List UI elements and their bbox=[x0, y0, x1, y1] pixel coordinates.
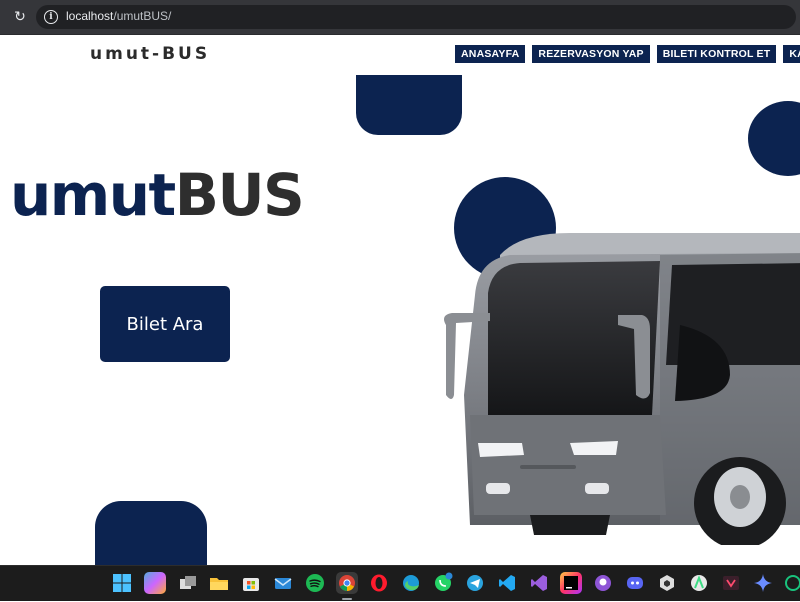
url-text[interactable]: localhost/umutBUS/ bbox=[66, 9, 171, 23]
android-studio-icon[interactable] bbox=[688, 572, 710, 594]
unity-icon[interactable] bbox=[656, 572, 678, 594]
main-nav: ANASAYFA REZERVASYON YAP BILETI KONTROL … bbox=[455, 45, 800, 63]
decorative-shape-top bbox=[356, 75, 462, 135]
opera-icon[interactable] bbox=[368, 572, 390, 594]
chatgpt-icon[interactable] bbox=[782, 572, 800, 594]
microsoft-store-icon[interactable] bbox=[240, 572, 262, 594]
telegram-icon[interactable] bbox=[464, 572, 486, 594]
gemini-icon[interactable] bbox=[752, 572, 774, 594]
nav-kayit-ol[interactable]: KAYIT OL bbox=[783, 45, 800, 63]
jetbrains-icon[interactable] bbox=[560, 572, 582, 594]
discord-icon[interactable] bbox=[624, 572, 646, 594]
site-info-icon[interactable]: i bbox=[44, 10, 58, 24]
hero-title: umutBUS bbox=[10, 166, 305, 224]
reload-icon[interactable]: ↻ bbox=[11, 8, 29, 26]
windows-taskbar bbox=[0, 565, 800, 601]
address-bar[interactable]: i localhost/umutBUS/ bbox=[36, 5, 796, 29]
copilot-icon[interactable] bbox=[144, 572, 166, 594]
vscode-icon[interactable] bbox=[496, 572, 518, 594]
chrome-icon[interactable] bbox=[336, 572, 358, 594]
bus-illustration bbox=[444, 233, 800, 545]
hero-title-part2: BUS bbox=[174, 161, 305, 229]
file-explorer-icon[interactable] bbox=[208, 572, 230, 594]
site-logo[interactable]: umut-BUS bbox=[90, 44, 210, 64]
nav-anasayfa[interactable]: ANASAYFA bbox=[455, 45, 526, 63]
mail-icon[interactable] bbox=[272, 572, 294, 594]
url-path: /umutBUS/ bbox=[113, 9, 172, 23]
visual-studio-icon[interactable] bbox=[528, 572, 550, 594]
decorative-circle-right bbox=[748, 101, 800, 176]
web-page: umut-BUS ANASAYFA REZERVASYON YAP BILETI… bbox=[0, 35, 800, 565]
task-view-icon[interactable] bbox=[177, 572, 199, 594]
hero-title-part1: umut bbox=[10, 161, 176, 229]
edge-icon[interactable] bbox=[400, 572, 422, 594]
spotify-icon[interactable] bbox=[304, 572, 326, 594]
nav-bileti-kontrol-et[interactable]: BILETI KONTROL ET bbox=[656, 45, 777, 63]
whatsapp-icon[interactable] bbox=[432, 572, 454, 594]
github-desktop-icon[interactable] bbox=[592, 572, 614, 594]
url-host: localhost bbox=[66, 9, 114, 23]
nav-rezervasyon-yap[interactable]: REZERVASYON YAP bbox=[532, 45, 650, 63]
browser-toolbar: ↻ i localhost/umutBUS/ bbox=[0, 0, 800, 35]
decorative-shape-bottom bbox=[95, 501, 207, 565]
bilet-ara-button[interactable]: Bilet Ara bbox=[100, 286, 230, 362]
windows-start-icon[interactable] bbox=[111, 572, 133, 594]
figma-icon[interactable] bbox=[720, 572, 742, 594]
